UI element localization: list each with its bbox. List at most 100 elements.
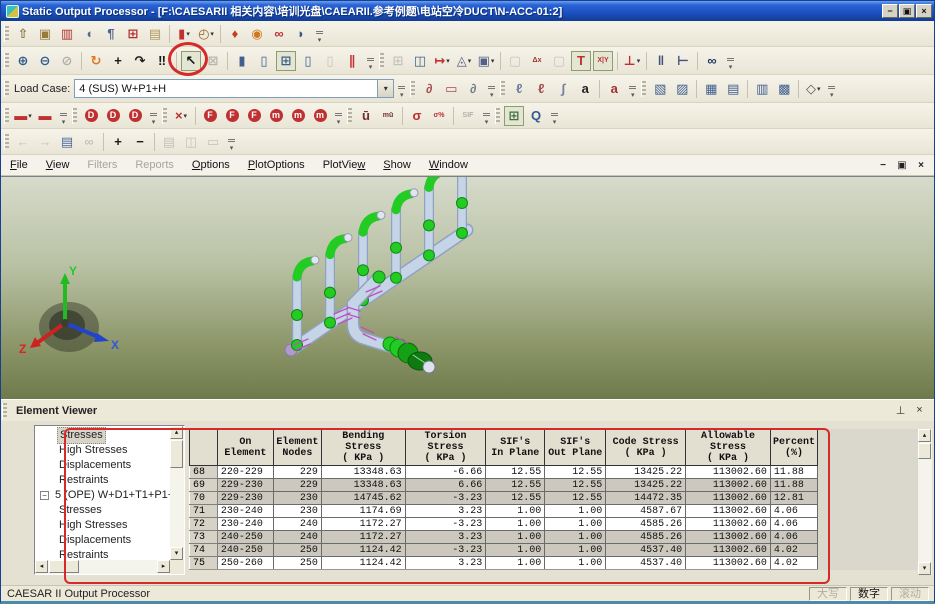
grid-cell[interactable]: 229 xyxy=(273,466,321,479)
menu-options[interactable]: Options xyxy=(183,157,239,173)
mdi-minimize-button[interactable]: − xyxy=(876,160,890,171)
grid-cell[interactable]: 1.00 xyxy=(545,557,606,570)
red-machine-icon[interactable]: ♦ xyxy=(225,24,245,44)
grid-cell[interactable]: 4.06 xyxy=(770,505,817,518)
grid-cell[interactable]: -3.23 xyxy=(405,492,486,505)
export-output-icon[interactable]: ⇧ xyxy=(13,24,33,44)
pin-icon[interactable]: ⊥ xyxy=(894,404,907,417)
grid-cell[interactable]: 1.00 xyxy=(545,531,606,544)
tree-item[interactable]: Stresses xyxy=(35,428,170,443)
menu-window[interactable]: Window xyxy=(420,157,477,173)
restraints-show-icon[interactable]: ↦▾ xyxy=(432,51,452,71)
mdi-close-button[interactable]: × xyxy=(914,160,928,171)
grid-cell[interactable]: 4587.67 xyxy=(606,505,686,518)
toolbar-overflow-button[interactable]: ▾ xyxy=(365,51,376,71)
grid-cell[interactable]: 3.23 xyxy=(405,531,486,544)
cylinder-open-icon[interactable]: ▯ xyxy=(254,51,274,71)
centerline-icon[interactable]: ∥ xyxy=(342,51,362,71)
menu-file[interactable]: File xyxy=(1,157,37,173)
grid-cell[interactable]: 14472.35 xyxy=(606,492,686,505)
view-se-iso-icon[interactable]: ▧ xyxy=(650,79,670,99)
grid-cell[interactable]: 4537.40 xyxy=(606,557,686,570)
increase-icon[interactable]: + xyxy=(108,132,128,152)
select-arrow-icon[interactable]: ↖ xyxy=(181,51,201,71)
dock-grip[interactable] xyxy=(2,403,7,419)
units-page-icon[interactable]: ¶ xyxy=(101,24,121,44)
forces-nodal-icon[interactable]: F xyxy=(222,106,242,126)
stress-percent-icon[interactable]: σ% xyxy=(429,106,449,126)
grid-cell[interactable]: 229-230 xyxy=(217,479,273,492)
scroll-down-icon[interactable]: ▾ xyxy=(170,547,183,560)
grid-cell[interactable]: 230 xyxy=(273,505,321,518)
tree-item[interactable]: Displacements xyxy=(35,458,170,473)
mdi-restore-button[interactable]: ▣ xyxy=(895,160,909,171)
split-xy-icon[interactable]: X|Y xyxy=(593,51,613,71)
node-label-icon[interactable]: a xyxy=(604,79,624,99)
view-front-icon[interactable]: ▦ xyxy=(701,79,721,99)
grid-cell[interactable]: 1172.27 xyxy=(321,518,405,531)
flange-icon[interactable]: ⊢ xyxy=(673,51,693,71)
view-back-icon[interactable]: ▤ xyxy=(723,79,743,99)
toolbar-overflow-button[interactable]: ▾ xyxy=(226,132,237,152)
tree-horizontal-scrollbar[interactable]: ◂ ▸ xyxy=(35,560,170,574)
grid-cell[interactable]: 1.00 xyxy=(486,518,545,531)
row-number-button[interactable]: 74 xyxy=(190,544,218,557)
curve-icon[interactable]: ℓ xyxy=(531,79,551,99)
zoom-in-icon[interactable]: ⊕ xyxy=(13,51,33,71)
grid-cell[interactable]: 1.00 xyxy=(545,505,606,518)
grid-cell[interactable]: 113002.60 xyxy=(686,479,771,492)
clock-icon[interactable]: ◴▾ xyxy=(196,24,216,44)
single-line-icon[interactable]: ▭ xyxy=(441,79,461,99)
row-number-button[interactable]: 75 xyxy=(190,557,218,570)
grid-cell[interactable]: 13425.22 xyxy=(606,479,686,492)
grid-cell[interactable]: 12.55 xyxy=(486,479,545,492)
grid-cell[interactable]: 113002.60 xyxy=(686,505,771,518)
view-bottom-icon[interactable]: ▩ xyxy=(774,79,794,99)
anchors-show-icon[interactable]: ◬▾ xyxy=(454,51,474,71)
row-number-button[interactable]: 70 xyxy=(190,492,218,505)
orbit-icon[interactable]: ↷ xyxy=(130,51,150,71)
tree-item[interactable]: Displacements xyxy=(35,533,170,548)
maximize-button[interactable]: ▣ xyxy=(899,4,915,18)
grid-report-icon[interactable]: ⊞ xyxy=(504,106,524,126)
grid-cell[interactable]: 1124.42 xyxy=(321,544,405,557)
scroll-down-icon[interactable]: ▾ xyxy=(918,562,931,575)
grid-cell[interactable]: 240-250 xyxy=(217,531,273,544)
report-list-icon[interactable]: ▤ xyxy=(57,132,77,152)
toolbar-overflow-button[interactable]: ▾ xyxy=(481,106,492,126)
toolbar-overflow-button[interactable]: ▾ xyxy=(486,79,497,99)
scroll-right-icon[interactable]: ▸ xyxy=(157,560,170,573)
input-echo-grid-icon[interactable]: ⊞ xyxy=(123,24,143,44)
tree-item[interactable]: Restraints xyxy=(35,473,170,488)
grid-cell[interactable]: 4.06 xyxy=(770,531,817,544)
menu-show[interactable]: Show xyxy=(374,157,420,173)
grid-cell[interactable]: 229 xyxy=(273,479,321,492)
grid-cell[interactable]: 12.55 xyxy=(545,466,606,479)
thermometer-icon[interactable]: ▮▾ xyxy=(174,24,194,44)
grid-cell[interactable]: 12.55 xyxy=(486,466,545,479)
toolbar-overflow-button[interactable]: ▾ xyxy=(148,106,159,126)
menu-plotview[interactable]: PlotView xyxy=(314,157,375,173)
stress-sigma-icon[interactable]: σ xyxy=(407,106,427,126)
cylinder-grid-icon[interactable]: ⊞ xyxy=(276,51,296,71)
grid-cell[interactable]: -6.66 xyxy=(405,466,486,479)
grid-cell[interactable]: 240 xyxy=(273,531,321,544)
grid-cell[interactable]: 4.06 xyxy=(770,518,817,531)
orange-capsule-icon[interactable]: ◉ xyxy=(247,24,267,44)
moments-nodal-icon[interactable]: m xyxy=(288,106,308,126)
grid-cell[interactable]: 4.02 xyxy=(770,557,817,570)
toolbar-overflow-button[interactable]: ▾ xyxy=(58,106,69,126)
overstress-tee-icon[interactable]: T xyxy=(571,51,591,71)
grid-cell[interactable]: 1.00 xyxy=(486,544,545,557)
grid-cell[interactable]: 1172.27 xyxy=(321,531,405,544)
toolbar-overflow-button[interactable]: ▾ xyxy=(314,24,325,44)
scroll-up-icon[interactable]: ▴ xyxy=(918,429,931,442)
grid-cell[interactable]: 113002.60 xyxy=(686,544,771,557)
hanger-icon[interactable]: ◫ xyxy=(410,51,430,71)
grid-cell[interactable]: 4585.26 xyxy=(606,531,686,544)
blue-barrel-icon[interactable]: ◗ xyxy=(291,24,311,44)
grid-cell[interactable]: 1124.42 xyxy=(321,557,405,570)
grid-cell[interactable]: -3.23 xyxy=(405,544,486,557)
tree-item[interactable]: Stresses xyxy=(35,503,170,518)
grid-cell[interactable]: 113002.60 xyxy=(686,518,771,531)
